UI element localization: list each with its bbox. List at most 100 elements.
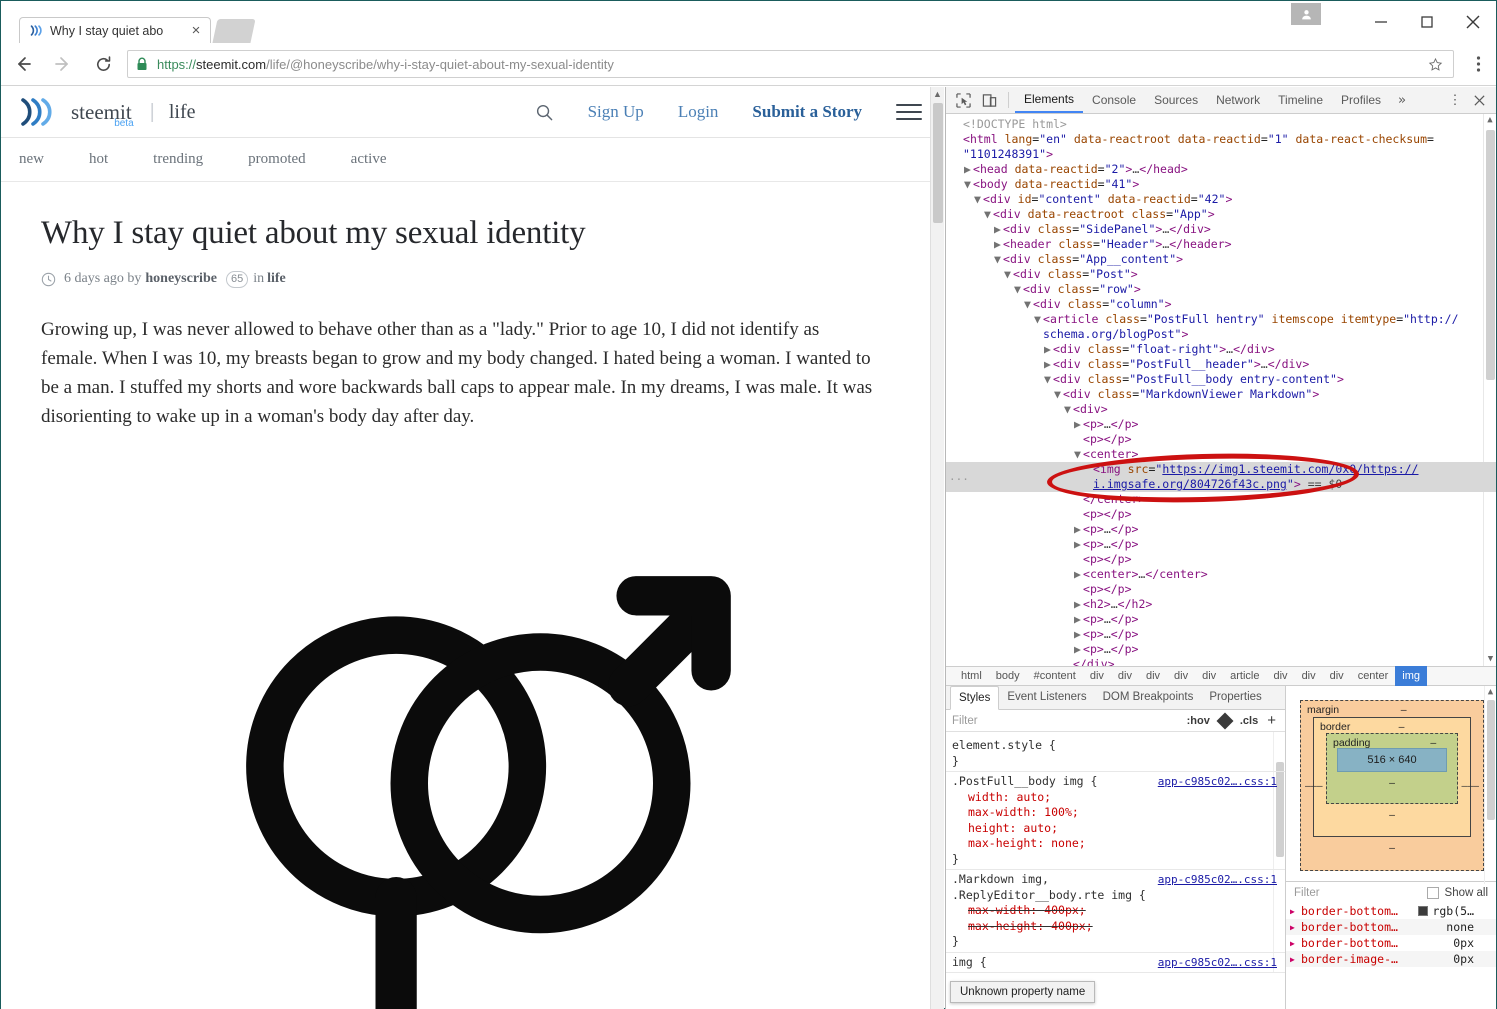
tab-event-listeners[interactable]: Event Listeners <box>999 686 1094 709</box>
css-declaration[interactable]: max-width: 100%; <box>952 805 1279 821</box>
dom-node-line[interactable]: <html lang="en" data-reactroot data-reac… <box>946 132 1496 147</box>
submit-story-link[interactable]: Submit a Story <box>752 102 862 122</box>
twisty-icon[interactable]: ▶ <box>1044 342 1053 357</box>
css-declaration[interactable]: width: auto; <box>952 790 1279 806</box>
computed-property-row[interactable]: ▶ border-bottom… rgb(5… <box>1286 903 1496 919</box>
show-all-checkbox[interactable] <box>1426 886 1439 899</box>
twisty-icon[interactable]: ▼ <box>1004 267 1013 282</box>
tab-console[interactable]: Console <box>1083 87 1145 113</box>
signup-link[interactable]: Sign Up <box>588 102 644 122</box>
subnav-item-trending[interactable]: trending <box>153 151 203 168</box>
dom-node-line[interactable]: <img src="https://img1.steemit.com/0x0/h… <box>946 462 1496 477</box>
computed-scroll-up-icon[interactable]: ▲ <box>1485 686 1496 699</box>
dom-node-line[interactable]: ▼ <body data-reactid="41"> <box>946 177 1496 192</box>
dom-node-line[interactable]: ▶ <p>…</p> <box>946 417 1496 432</box>
twisty-icon[interactable]: ▶ <box>1074 567 1083 582</box>
css-source-link[interactable]: app-c985c02….css:1 <box>1158 774 1277 790</box>
margin-left-value[interactable]: – <box>1305 780 1311 792</box>
css-property-value[interactable]: 400px; <box>1044 903 1086 917</box>
border-bottom-value[interactable]: – <box>1326 809 1458 821</box>
padding-top-value[interactable]: – <box>1430 737 1436 749</box>
breadcrumb-item[interactable]: article <box>1223 666 1266 686</box>
twisty-icon[interactable]: ▶ <box>964 162 973 177</box>
twisty-icon[interactable]: ▶ <box>1074 627 1083 642</box>
computed-filter-input[interactable]: Filter <box>1294 887 1320 899</box>
new-tab-button[interactable] <box>212 19 256 43</box>
dom-tree[interactable]: ▲ ▼ <!DOCTYPE html> <html lang="en" data-… <box>946 114 1496 666</box>
device-toolbar-icon[interactable] <box>976 88 1002 112</box>
dom-node-line[interactable]: ▼ <div id="content" data-reactid="42"> <box>946 192 1496 207</box>
dom-node-line[interactable]: ▶ <div class="float-right">…</div> <box>946 342 1496 357</box>
css-rule[interactable]: app-c985c02….css:1 .PostFull__body img {w… <box>946 772 1285 870</box>
hamburger-menu-icon[interactable] <box>896 99 922 125</box>
dom-node-line[interactable]: ▶ <div class="PostFull__header">…</div> <box>946 357 1496 372</box>
tab-properties[interactable]: Properties <box>1201 686 1269 709</box>
tab-sources[interactable]: Sources <box>1145 87 1207 113</box>
tab-timeline[interactable]: Timeline <box>1269 87 1332 113</box>
dom-node-line[interactable]: ▶ <center>…</center> <box>946 567 1496 582</box>
color-scheme-icon[interactable] <box>1216 712 1234 729</box>
twisty-icon[interactable]: ▼ <box>1024 297 1033 312</box>
css-declaration[interactable]: max-height: 400px; <box>952 919 1279 935</box>
twisty-icon[interactable]: ▼ <box>974 192 983 207</box>
breadcrumb-item[interactable]: div <box>1167 666 1195 686</box>
devtools-settings-icon[interactable]: ⋮ <box>1444 93 1466 108</box>
css-property-value[interactable]: none; <box>1051 836 1086 850</box>
dom-node-line[interactable]: ▼ <center> <box>946 447 1496 462</box>
brand[interactable]: steemit beta | life <box>19 97 196 128</box>
dom-node-line[interactable]: ▼ <div class="column"> <box>946 297 1496 312</box>
back-button[interactable] <box>5 47 41 81</box>
twisty-icon[interactable]: ▶ <box>1074 417 1083 432</box>
css-property-name[interactable]: width: <box>952 790 1016 804</box>
box-model-border[interactable]: border – padding – 516 × 640 – – <box>1313 717 1471 837</box>
twisty-icon[interactable]: ▼ <box>994 252 1003 267</box>
dom-node-line[interactable]: schema.org/blogPost"> <box>946 327 1496 342</box>
css-source-link[interactable]: app-c985c02….css:1 <box>1158 955 1277 971</box>
dom-node-line[interactable]: <p></p> <box>946 507 1496 522</box>
margin-bottom-value[interactable]: – <box>1313 842 1471 854</box>
subnav-item-promoted[interactable]: promoted <box>248 151 306 168</box>
tab-styles[interactable]: Styles <box>950 686 1000 710</box>
dom-node-line[interactable]: "1101248391"> <box>946 147 1496 162</box>
dom-node-line[interactable]: <!DOCTYPE html> <box>946 117 1496 132</box>
css-selector[interactable]: element.style { <box>952 738 1279 754</box>
hov-toggle[interactable]: :hov <box>1187 715 1210 727</box>
tab-network[interactable]: Network <box>1207 87 1269 113</box>
devtools-close-icon[interactable] <box>1466 94 1492 107</box>
dom-node-line[interactable]: </div> <box>946 657 1496 666</box>
color-swatch-icon[interactable] <box>1418 906 1429 916</box>
dom-node-line[interactable]: ▶ <p>…</p> <box>946 537 1496 552</box>
twisty-icon[interactable]: ▼ <box>1014 282 1023 297</box>
twisty-icon[interactable]: ▶ <box>1074 537 1083 552</box>
breadcrumb-item[interactable]: div <box>1139 666 1167 686</box>
dom-node-line[interactable]: ▶ <div class="SidePanel">…</div> <box>946 222 1496 237</box>
tab-dom-breakpoints[interactable]: DOM Breakpoints <box>1095 686 1202 709</box>
more-tabs-icon[interactable]: » <box>1390 93 1414 108</box>
css-declaration[interactable]: max-width: 400px; <box>952 903 1279 919</box>
css-property-name[interactable]: max-height: <box>952 836 1051 850</box>
breadcrumb-item[interactable]: div <box>1295 666 1323 686</box>
twisty-icon[interactable]: ▶ <box>994 237 1003 252</box>
dom-node-line[interactable]: ▼ <article class="PostFull hentry" itemsc… <box>946 312 1496 327</box>
border-top-value[interactable]: – <box>1399 721 1405 733</box>
brand-category[interactable]: life <box>169 101 196 124</box>
twisty-icon[interactable]: ▼ <box>1034 312 1043 327</box>
twisty-icon[interactable]: ▼ <box>1044 372 1053 387</box>
twisty-icon[interactable]: ▶ <box>1074 642 1083 657</box>
box-model-content-size[interactable]: 516 × 640 <box>1337 748 1447 772</box>
tab-close-icon[interactable]: × <box>188 23 204 39</box>
cls-toggle[interactable]: .cls <box>1240 715 1258 727</box>
css-property-value[interactable]: 400px; <box>1051 919 1093 933</box>
post-category-link[interactable]: life <box>267 271 286 287</box>
subnav-item-new[interactable]: new <box>19 151 44 168</box>
box-model-margin[interactable]: margin – border – padding – 516 × 640 – <box>1300 700 1484 871</box>
twisty-icon[interactable]: ▶ <box>994 222 1003 237</box>
computed-scrollbar[interactable]: ▲ <box>1484 686 1496 884</box>
forward-button[interactable] <box>45 47 81 81</box>
twisty-icon[interactable]: ▶ <box>1074 612 1083 627</box>
css-selector-continued[interactable]: .ReplyEditor__body.rte img { <box>952 888 1279 904</box>
css-property-value[interactable]: auto; <box>1016 790 1051 804</box>
twisty-icon[interactable]: ▼ <box>1054 387 1063 402</box>
expand-arrow-icon[interactable]: ▶ <box>1290 923 1301 932</box>
breadcrumb-item[interactable]: #content <box>1027 666 1083 686</box>
